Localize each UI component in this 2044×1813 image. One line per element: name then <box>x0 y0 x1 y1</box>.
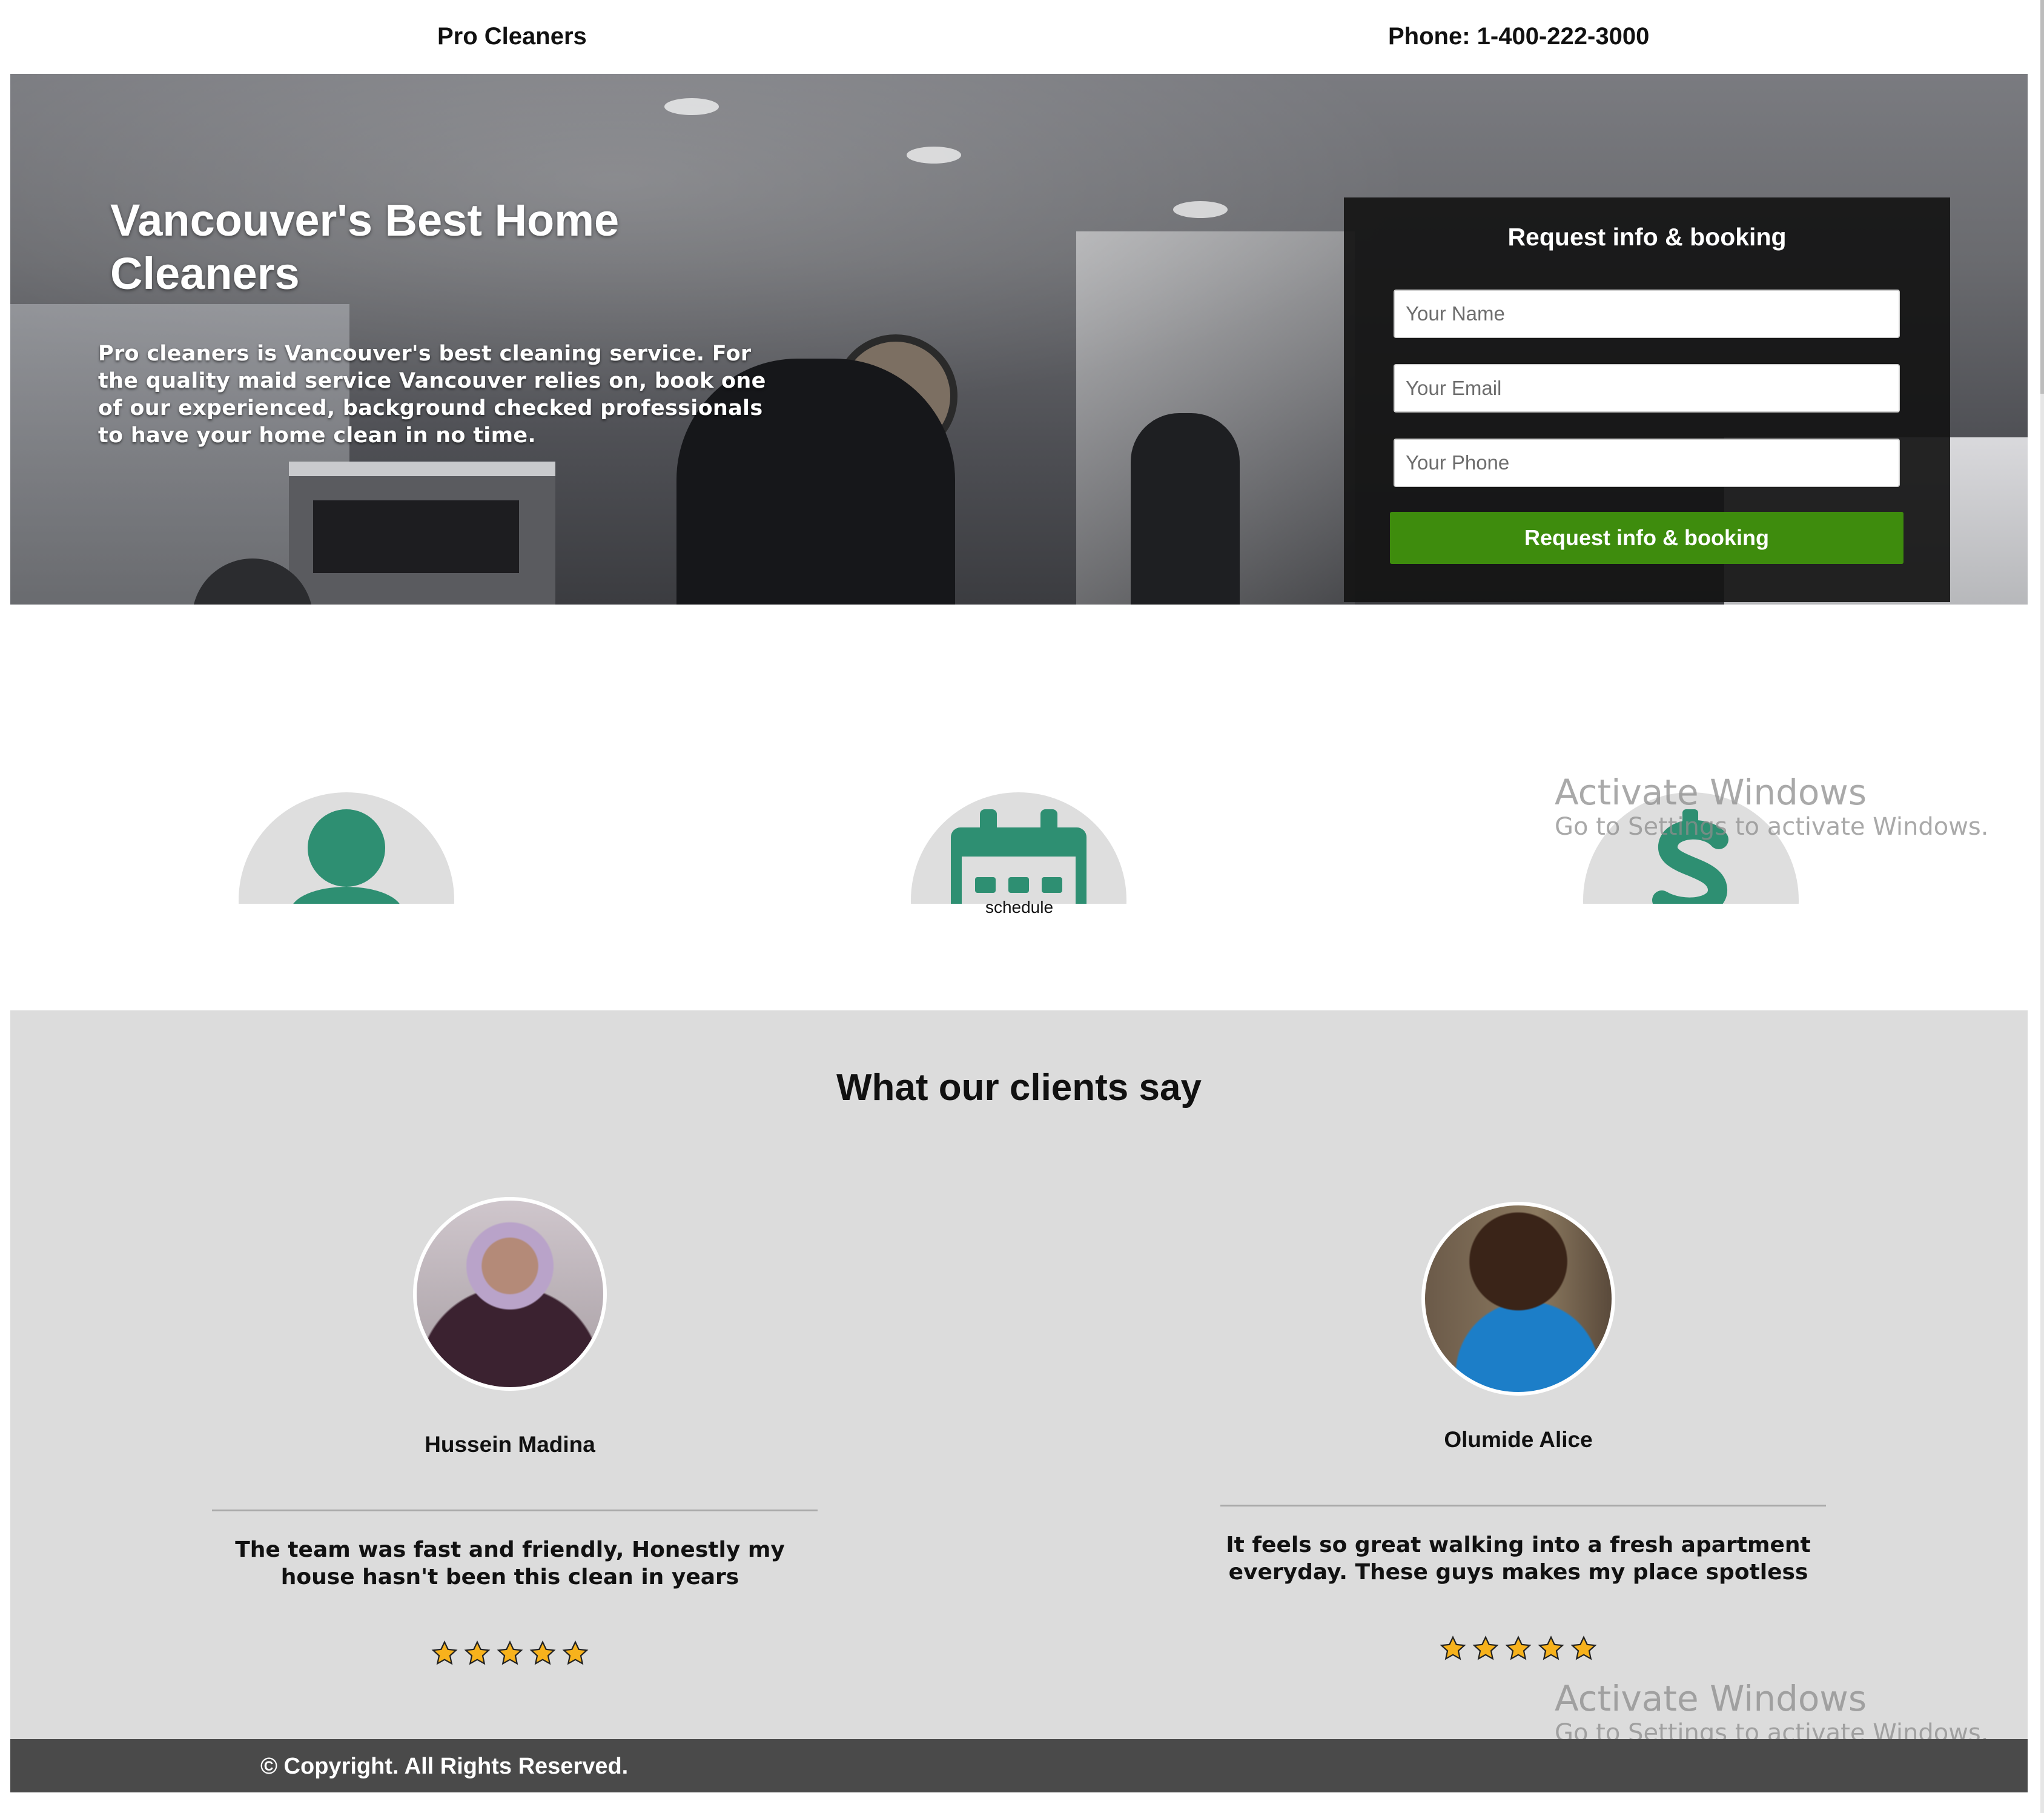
watermark-subtitle: Go to Settings to activate Windows. <box>1555 813 1989 841</box>
star-icon <box>497 1640 523 1665</box>
form-title: Request info & booking <box>1507 223 1787 251</box>
hero-photo-light <box>664 98 719 115</box>
windows-activation-watermark: Activate Windows Go to Settings to activ… <box>1555 1678 1988 1747</box>
top-header: Pro Cleaners Phone: 1-400-222-3000 <box>0 0 2044 74</box>
avatar-olumide-alice <box>1421 1202 1615 1396</box>
testimonial-divider <box>1220 1505 1826 1506</box>
hero-description: Pro cleaners is Vancouver's best cleanin… <box>98 342 766 448</box>
phone-number[interactable]: Phone: 1-400-222-3000 <box>1388 23 1649 50</box>
star-icon <box>431 1640 458 1665</box>
testimonial-quote: It feels so great walking into a fresh a… <box>1226 1533 1811 1585</box>
email-input[interactable] <box>1394 364 1900 413</box>
rating-stars <box>207 1640 813 1667</box>
testimonial-quote: The team was fast and friendly, Honestly… <box>235 1537 785 1589</box>
calendar-icon <box>951 809 1086 904</box>
hero-photo-fireplace <box>289 462 555 605</box>
avatar-hussein-madina <box>413 1197 607 1391</box>
star-icon <box>1472 1636 1499 1660</box>
brand-name[interactable]: Pro Cleaners <box>437 23 587 50</box>
star-icon <box>464 1640 491 1665</box>
hero-title: Vancouver's Best Home Cleaners <box>110 195 620 299</box>
booking-form: Request info & booking Request info & bo… <box>1344 197 1950 602</box>
feature-person <box>239 792 454 904</box>
site-footer: © Copyright. All Rights Reserved. <box>10 1739 2028 1792</box>
hero-banner: Vancouver's Best Home Cleaners Pro clean… <box>10 74 2028 605</box>
hero-photo-light <box>1173 201 1228 218</box>
testimonial-divider <box>212 1510 818 1511</box>
star-icon <box>1505 1636 1532 1660</box>
phone-input[interactable] <box>1394 439 1900 487</box>
rating-stars <box>1215 1636 1821 1662</box>
feature-calendar <box>911 792 1126 904</box>
person-icon <box>293 809 400 904</box>
hero-photo-light <box>907 147 961 164</box>
testimonial-name: Olumide Alice <box>1444 1427 1593 1452</box>
star-icon <box>1440 1636 1466 1660</box>
feature-label-schedule: schedule <box>985 898 1054 916</box>
testimonial-name: Hussein Madina <box>425 1432 595 1457</box>
star-icon <box>1538 1636 1564 1660</box>
page-scrollbar[interactable] <box>2040 0 2044 1813</box>
windows-activation-watermark: Activate Windows Go to Settings to activ… <box>1555 772 1988 841</box>
scrollbar-thumb[interactable] <box>2040 0 2044 394</box>
request-booking-button[interactable]: Request info & booking <box>1390 512 1903 564</box>
star-icon <box>562 1640 589 1665</box>
star-icon <box>529 1640 556 1665</box>
testimonials-heading: What our clients say <box>836 1067 1202 1109</box>
hero-photo-cleaner <box>1131 413 1240 605</box>
watermark-title: Activate Windows <box>1555 1678 1867 1719</box>
name-input[interactable] <box>1394 290 1900 338</box>
copyright-text: © Copyright. All Rights Reserved. <box>260 1754 629 1779</box>
testimonials-section: What our clients say Hussein Madina The … <box>10 1010 2028 1739</box>
star-icon <box>1570 1636 1597 1660</box>
watermark-title: Activate Windows <box>1555 772 1867 813</box>
